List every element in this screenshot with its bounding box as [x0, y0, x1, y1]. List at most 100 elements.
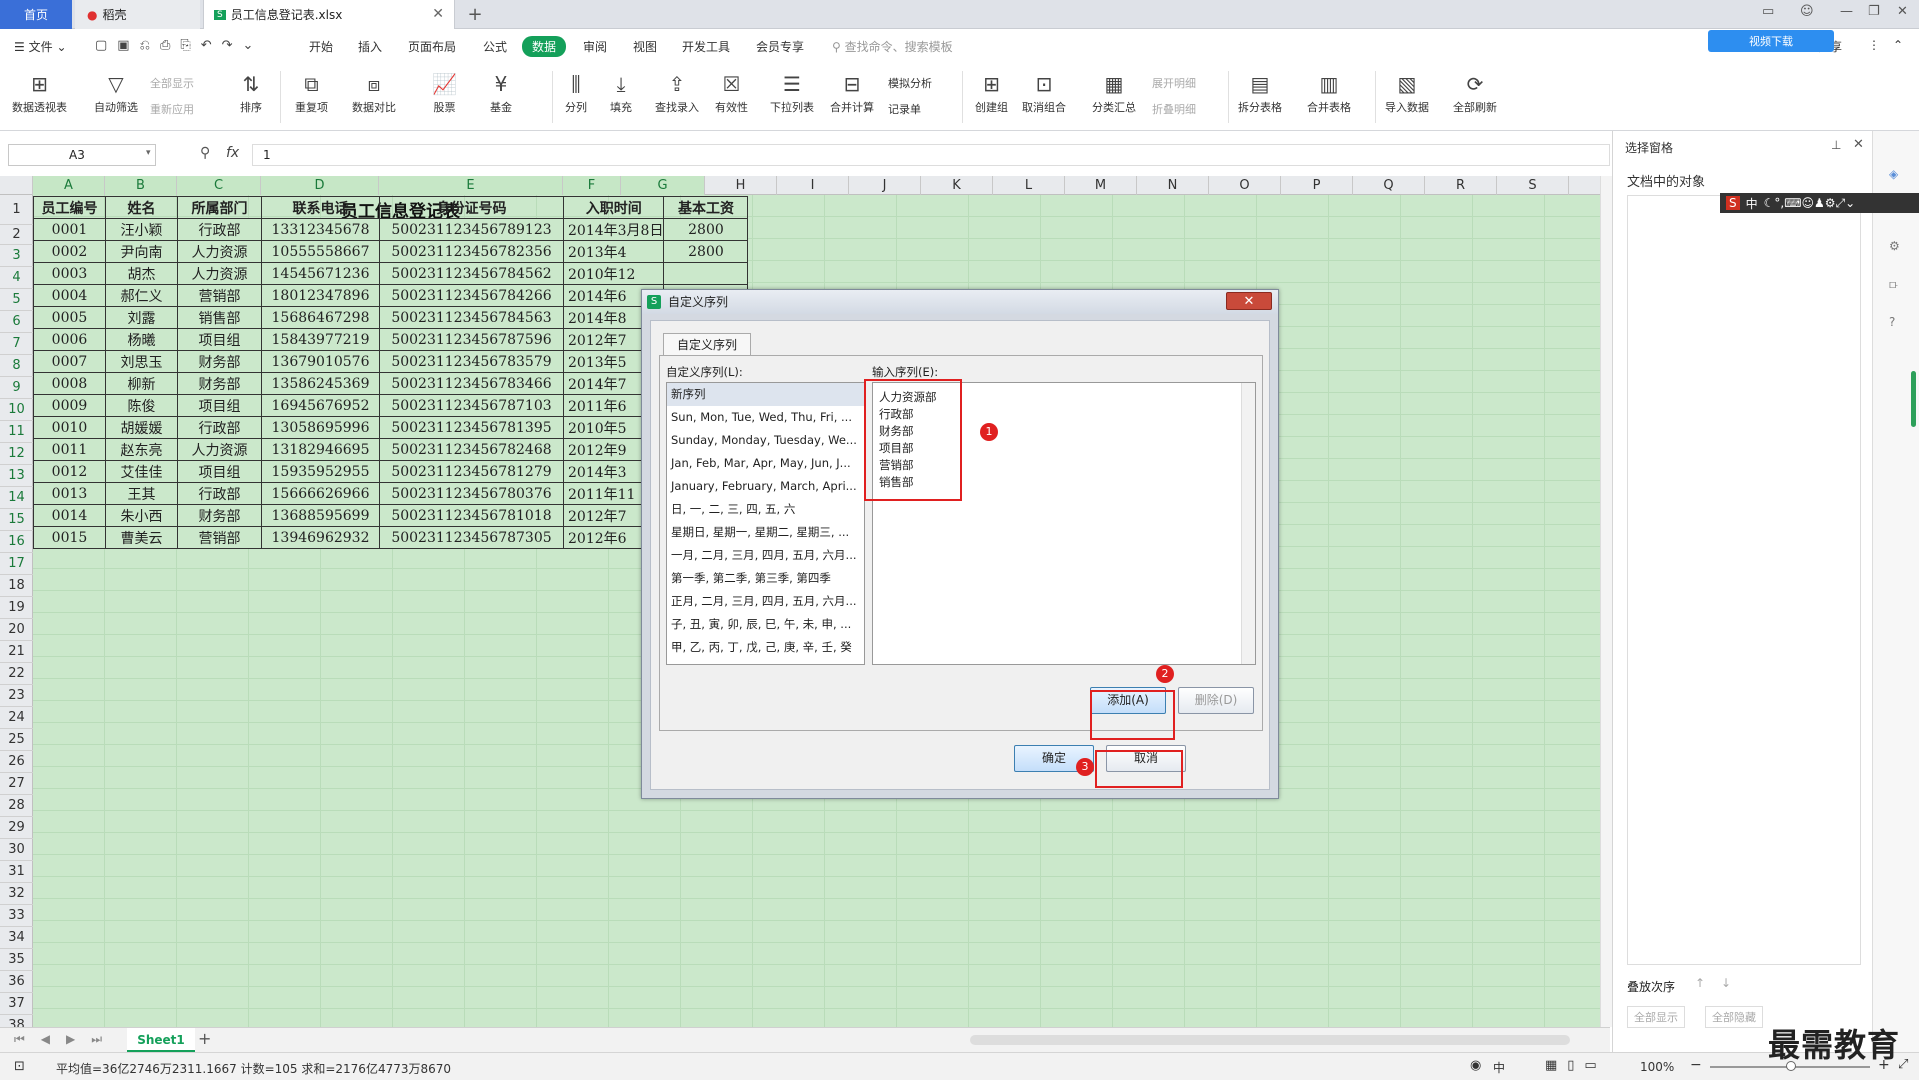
column-header[interactable]: B [105, 176, 177, 195]
table-cell[interactable]: 2014年3月8日 [562, 218, 665, 241]
row-header[interactable]: 36 [0, 971, 33, 993]
row-header[interactable]: 25 [0, 729, 33, 751]
table-cell[interactable]: 13182946695 [261, 438, 380, 461]
side-icon-1[interactable]: ◈ [1889, 167, 1898, 181]
vertical-scrollbar[interactable] [1600, 176, 1612, 1027]
menu-review[interactable]: 审阅 [583, 38, 607, 55]
table-cell[interactable]: 尹向南 [105, 240, 178, 263]
quick-access-toolbar[interactable]: ▢▣⎌⎙⎘↶↷⌄ [95, 38, 263, 53]
column-header[interactable]: K [921, 176, 993, 195]
table-cell[interactable]: 柳新 [105, 372, 178, 395]
table-cell[interactable]: 郝仁义 [105, 284, 178, 307]
list-item[interactable]: Jan, Feb, Mar, Apr, May, Jun, J... [667, 452, 864, 475]
zoom-slider[interactable] [1710, 1061, 1870, 1071]
row-header[interactable]: 32 [0, 883, 33, 905]
table-cell[interactable]: 行政部 [177, 416, 262, 439]
column-header[interactable]: J [849, 176, 921, 195]
table-cell[interactable]: 财务部 [177, 350, 262, 373]
header-cell[interactable]: 所属部门 [177, 196, 262, 219]
table-cell[interactable]: 13312345678 [261, 218, 380, 241]
whatif-button[interactable]: 模拟分析 [888, 75, 932, 91]
menu-start[interactable]: 开始 [309, 38, 333, 55]
column-header[interactable]: P [1281, 176, 1353, 195]
help-icon[interactable]: ? [1889, 315, 1895, 329]
table-cell[interactable]: 13679010576 [261, 350, 380, 373]
table-cell[interactable]: 15935952955 [261, 460, 380, 483]
reapply-button[interactable]: 重新应用 [150, 101, 194, 117]
header-cell[interactable]: 入职时间 [562, 196, 665, 219]
list-item[interactable]: 子, 丑, 寅, 卯, 辰, 巳, 午, 未, 申, ... [667, 613, 864, 636]
column-header[interactable]: R [1425, 176, 1497, 195]
row-header[interactable]: 12 [0, 443, 33, 465]
table-cell[interactable]: 人力资源 [177, 438, 262, 461]
order-arrows[interactable]: ↑↓ [1695, 976, 1747, 990]
table-cell[interactable]: 项目组 [177, 460, 262, 483]
table-cell[interactable]: 13058695996 [261, 416, 380, 439]
row-header[interactable]: 18 [0, 575, 33, 597]
row-header[interactable]: 30 [0, 839, 33, 861]
list-item[interactable]: 正月, 二月, 三月, 四月, 五月, 六月... [667, 590, 864, 613]
subtotal-button[interactable]: ▦ 分类汇总 [1092, 69, 1136, 115]
table-cell[interactable]: 500231123456783579 [379, 350, 564, 373]
stock-button[interactable]: 📈 股票 [432, 69, 457, 115]
table-cell[interactable]: 0009 [33, 394, 106, 417]
custom-lists-listbox[interactable]: 新序列 Sun, Mon, Tue, Wed, Thu, Fri, ... Sund… [666, 382, 865, 665]
table-cell[interactable]: 刘露 [105, 306, 178, 329]
table-cell[interactable]: 汪小颖 [105, 218, 178, 241]
fill-button[interactable]: ⤓ 填充 [610, 69, 632, 115]
table-cell[interactable]: 0014 [33, 504, 106, 527]
table-cell[interactable]: 胡杰 [105, 262, 178, 285]
show-all-button[interactable]: 全部显示 [150, 75, 194, 91]
table-cell[interactable]: 0005 [33, 306, 106, 329]
header-cell[interactable]: 姓名 [105, 196, 178, 219]
dialog-close-button[interactable]: ✕ [1226, 292, 1272, 310]
row-header[interactable]: 31 [0, 861, 33, 883]
column-header[interactable]: E [379, 176, 563, 195]
eye-protect-icon[interactable]: ◉ [1470, 1058, 1481, 1073]
column-header[interactable]: L [993, 176, 1065, 195]
table-cell[interactable]: 行政部 [177, 482, 262, 505]
table-cell[interactable]: 16945676952 [261, 394, 380, 417]
entries-scrollbar[interactable] [1241, 383, 1255, 664]
list-item[interactable]: 第一季, 第二季, 第三季, 第四季 [667, 567, 864, 590]
row-header[interactable]: 4 [0, 267, 33, 289]
column-header[interactable]: O [1209, 176, 1281, 195]
table-cell[interactable]: 杨曦 [105, 328, 178, 351]
list-item[interactable]: 星期日, 星期一, 星期二, 星期三, ... [667, 521, 864, 544]
row-header[interactable]: 24 [0, 707, 33, 729]
row-header[interactable]: 10 [0, 399, 33, 421]
expand-detail-button[interactable]: 展开明细 [1152, 75, 1196, 91]
list-item[interactable]: January, February, March, Apri... [667, 475, 864, 498]
row-header[interactable]: 7 [0, 333, 33, 355]
column-header[interactable]: S [1497, 176, 1569, 195]
column-header[interactable]: G [621, 176, 705, 195]
table-cell[interactable]: 0011 [33, 438, 106, 461]
zoom-level[interactable]: 100% [1640, 1060, 1674, 1074]
row-header[interactable]: 14 [0, 487, 33, 509]
ungroup-button[interactable]: ⊡ 取消组合 [1022, 69, 1066, 115]
table-cell[interactable]: 0010 [33, 416, 106, 439]
macro-icon[interactable]: ⊡ [14, 1059, 25, 1074]
row-header[interactable]: 16 [0, 531, 33, 553]
header-cell[interactable]: 员工编号 [33, 196, 106, 219]
column-header[interactable]: H [705, 176, 777, 195]
consolidate-button[interactable]: ⊟ 合并计算 [830, 69, 874, 115]
delete-button[interactable]: 删除(D) [1178, 687, 1254, 714]
table-cell[interactable]: 0004 [33, 284, 106, 307]
list-item[interactable]: 甲, 乙, 丙, 丁, 戊, 己, 庚, 辛, 壬, 癸 [667, 636, 864, 659]
row-header[interactable]: 37 [0, 993, 33, 1015]
table-cell[interactable]: 财务部 [177, 372, 262, 395]
row-header[interactable]: 21 [0, 641, 33, 663]
row-header[interactable]: 3 [0, 245, 33, 267]
table-cell[interactable]: 500231123456787596 [379, 328, 564, 351]
menu-member[interactable]: 会员专享 [756, 38, 804, 55]
compare-button[interactable]: ⧈ 数据对比 [352, 69, 396, 115]
table-cell[interactable]: 18012347896 [261, 284, 380, 307]
table-cell[interactable]: 500231123456784266 [379, 284, 564, 307]
table-cell[interactable]: 0003 [33, 262, 106, 285]
dialog-title-bar[interactable]: S 自定义序列 ✕ [642, 290, 1278, 314]
duplicates-button[interactable]: ⧉ 重复项 [295, 69, 328, 115]
video-download-button[interactable]: 视频下载 [1708, 30, 1834, 52]
row-header[interactable]: 9 [0, 377, 33, 399]
selection-pane-title[interactable]: 选择窗格 [1625, 139, 1673, 156]
